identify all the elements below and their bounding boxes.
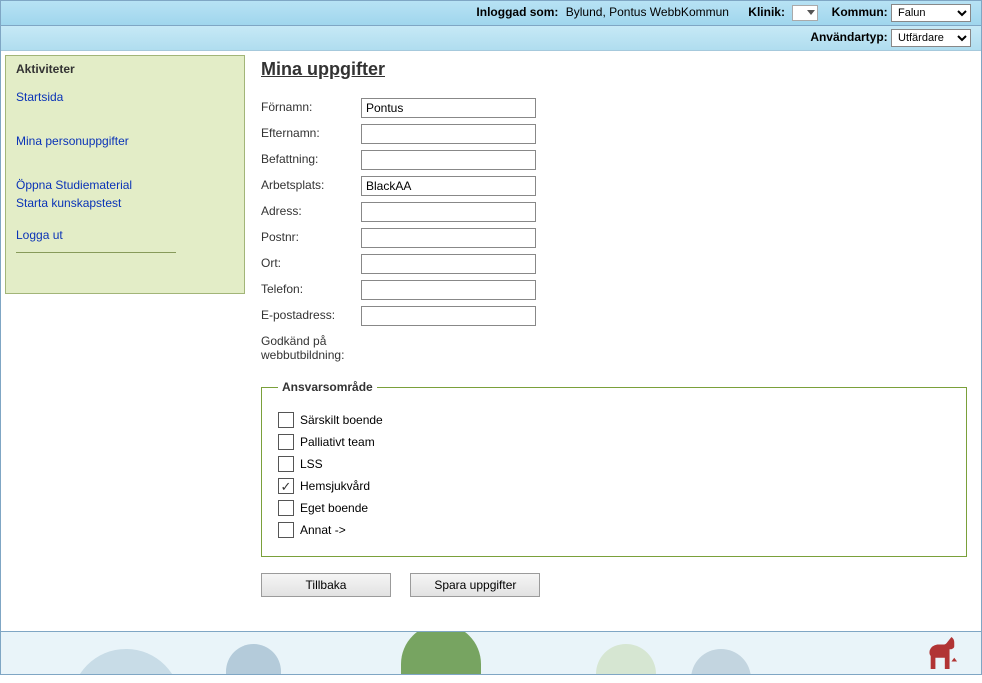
footer-shape <box>71 649 181 674</box>
label-telefon: Telefon: <box>261 280 361 296</box>
checkbox-0[interactable] <box>278 412 294 428</box>
logged-in-value: Bylund, Pontus WebbKommun <box>566 5 729 19</box>
label-godkand: Godkänd på webbutbildning: <box>261 332 411 362</box>
footer-shape <box>401 631 481 674</box>
footer-shape <box>691 649 751 674</box>
checkbox-label: Hemsjukvård <box>300 479 370 493</box>
sidebar-link-personal[interactable]: Mina personuppgifter <box>16 134 234 148</box>
label-postnr: Postnr: <box>261 228 361 244</box>
input-telefon[interactable] <box>361 280 536 300</box>
checkbox-2[interactable] <box>278 456 294 472</box>
checkbox-3[interactable] <box>278 478 294 494</box>
save-button[interactable]: Spara uppgifter <box>410 573 540 597</box>
input-ort[interactable] <box>361 254 536 274</box>
page-title: Mina uppgifter <box>261 59 967 80</box>
kommun-label: Kommun: <box>832 5 888 19</box>
footer-shape <box>596 644 656 674</box>
checkbox-label: Palliativt team <box>300 435 375 449</box>
input-arbetsplats[interactable] <box>361 176 536 196</box>
checkbox-label: LSS <box>300 457 323 471</box>
sidebar-title: Aktiviteter <box>16 62 234 76</box>
checkbox-1[interactable] <box>278 434 294 450</box>
checkbox-label: Eget boende <box>300 501 368 515</box>
input-befattning[interactable] <box>361 150 536 170</box>
footer <box>1 631 981 674</box>
label-fornamn: Förnamn: <box>261 98 361 114</box>
label-epost: E-postadress: <box>261 306 361 322</box>
klinik-label: Klinik: <box>748 5 785 19</box>
checkbox-label: Särskilt boende <box>300 413 383 427</box>
ansvarsomrade-legend: Ansvarsområde <box>278 380 377 394</box>
checkbox-label: Annat -> <box>300 523 346 537</box>
sidebar-link-test[interactable]: Starta kunskapstest <box>16 196 234 210</box>
label-ort: Ort: <box>261 254 361 270</box>
footer-shape <box>226 644 281 674</box>
label-befattning: Befattning: <box>261 150 361 166</box>
checkbox-5[interactable] <box>278 522 294 538</box>
dala-horse-icon <box>923 637 961 670</box>
main-content: Mina uppgifter Förnamn: Efternamn: Befat… <box>249 51 981 631</box>
header-bar-1: Inloggad som: Bylund, Pontus WebbKommun … <box>1 1 981 26</box>
logged-in-label: Inloggad som: <box>476 5 558 19</box>
sidebar-box: Aktiviteter Startsida Mina personuppgift… <box>5 55 245 294</box>
input-epost[interactable] <box>361 306 536 326</box>
label-efternamn: Efternamn: <box>261 124 361 140</box>
back-button[interactable]: Tillbaka <box>261 573 391 597</box>
label-adress: Adress: <box>261 202 361 218</box>
label-arbetsplats: Arbetsplats: <box>261 176 361 192</box>
input-fornamn[interactable] <box>361 98 536 118</box>
input-postnr[interactable] <box>361 228 536 248</box>
sidebar-link-study[interactable]: Öppna Studiematerial <box>16 178 234 192</box>
usertype-select[interactable]: Utfärdare <box>891 29 971 47</box>
input-adress[interactable] <box>361 202 536 222</box>
sidebar-link-start[interactable]: Startsida <box>16 90 234 104</box>
header-bar-2: Användartyp: Utfärdare <box>1 26 981 51</box>
sidebar: Aktiviteter Startsida Mina personuppgift… <box>1 51 249 631</box>
kommun-select[interactable]: Falun <box>891 4 971 22</box>
usertype-label: Användartyp: <box>810 30 887 44</box>
sidebar-link-logout[interactable]: Logga ut <box>16 228 234 242</box>
klinik-dropdown[interactable] <box>792 5 818 21</box>
ansvarsomrade-fieldset: Ansvarsområde Särskilt boende Palliativt … <box>261 380 967 557</box>
input-efternamn[interactable] <box>361 124 536 144</box>
checkbox-4[interactable] <box>278 500 294 516</box>
